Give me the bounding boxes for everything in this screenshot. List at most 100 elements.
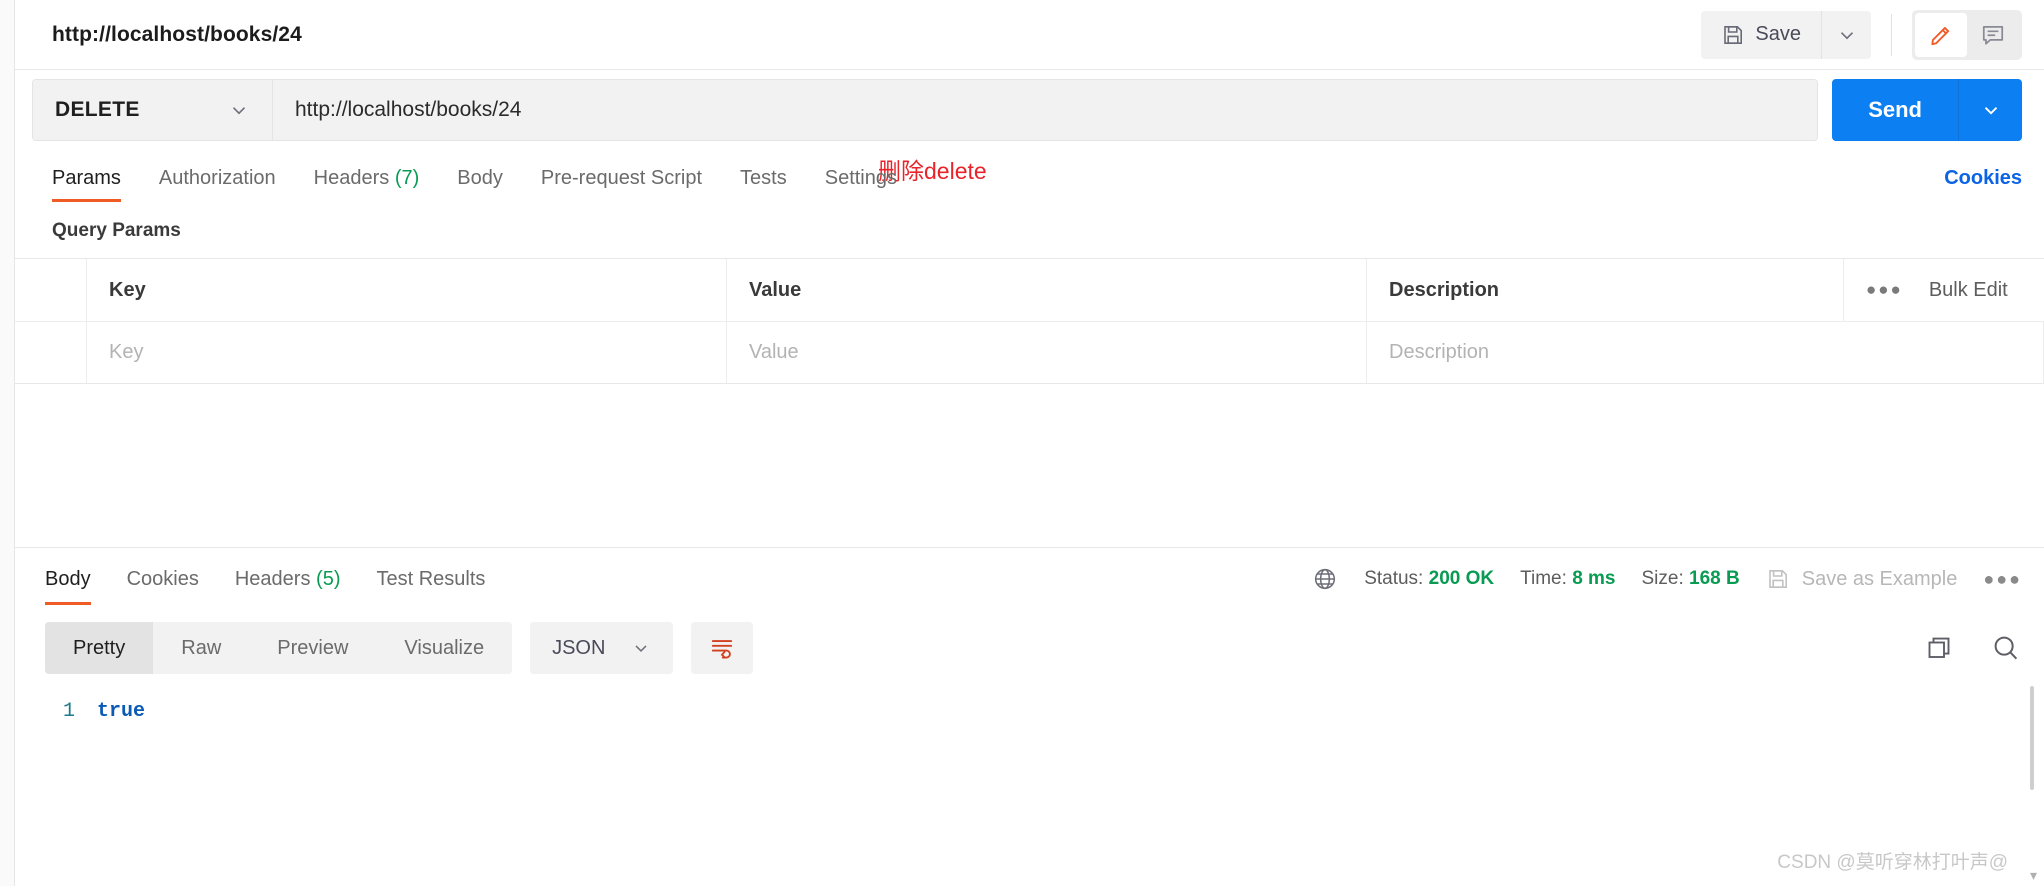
tab-label: Headers [234, 567, 311, 590]
view-preview-button[interactable]: Preview [249, 622, 376, 674]
table-row[interactable]: Key Value Description [15, 321, 2044, 383]
response-format-label: JSON [552, 636, 606, 659]
response-tab-body[interactable]: Body [45, 554, 91, 605]
tab-label: Pre-request Script [540, 167, 703, 189]
header-checkbox-cell [15, 259, 87, 321]
params-empty-space [15, 384, 2044, 548]
status-value: 200 OK [1428, 568, 1495, 589]
search-icon[interactable] [1990, 632, 2022, 664]
floppy-disk-icon [1721, 23, 1745, 47]
row-key-input[interactable]: Key [87, 322, 727, 383]
row-checkbox-cell[interactable] [15, 322, 87, 383]
send-button-group: Send [1832, 79, 2022, 141]
left-rail [0, 0, 15, 886]
response-tab-headers[interactable]: Headers (5) [235, 554, 341, 605]
edit-request-button[interactable] [1915, 12, 1967, 57]
floppy-disk-icon [1766, 567, 1790, 591]
save-options-button[interactable] [1821, 10, 1871, 59]
cookies-link[interactable]: Cookies [1944, 167, 2022, 202]
word-wrap-button[interactable] [691, 622, 754, 674]
tab-label: Test Results [376, 567, 486, 590]
tab-body[interactable]: Body [457, 167, 503, 202]
query-params-title: Query Params [52, 220, 181, 241]
top-bar: http://localhost/books/24 Save [0, 0, 2044, 70]
tab-label: Body [457, 167, 503, 189]
view-pretty-button[interactable]: Pretty [45, 622, 154, 674]
chevron-down-icon[interactable]: ▾ [2030, 867, 2037, 884]
request-url-row: 删除delete DELETE http://localhost/books/2… [0, 70, 2044, 184]
method-url-group: DELETE http://localhost/books/24 [32, 79, 1819, 141]
chevron-down-icon [1980, 99, 2002, 121]
response-tab-test-results[interactable]: Test Results [376, 554, 485, 605]
save-as-example-button[interactable]: Save as Example [1766, 567, 1958, 591]
save-button-group: Save [1701, 10, 1871, 59]
view-visualize-button[interactable]: Visualize [376, 622, 512, 674]
divider [1891, 13, 1892, 56]
url-input[interactable]: http://localhost/books/24 [273, 80, 1818, 140]
save-button-label: Save [1755, 23, 1801, 45]
save-button[interactable]: Save [1701, 10, 1821, 59]
response-format-select[interactable]: JSON [530, 622, 674, 674]
tab-label: Params [52, 167, 121, 189]
ellipsis-icon[interactable]: ●●● [1866, 280, 1903, 300]
request-tabs: Params Authorization Headers (7) Body Pr… [0, 150, 2044, 202]
http-method-select[interactable]: DELETE [33, 80, 273, 140]
column-header-key: Key [87, 259, 727, 321]
tab-authorization[interactable]: Authorization [159, 167, 276, 202]
tab-tests[interactable]: Tests [740, 167, 787, 202]
table-actions: ●●● Bulk Edit [1844, 259, 2044, 321]
chevron-down-icon [1836, 24, 1858, 46]
tab-count: (7) [394, 167, 420, 189]
chevron-down-icon [631, 638, 651, 658]
send-options-button[interactable] [1958, 79, 2022, 141]
comments-button[interactable] [1967, 13, 2019, 57]
copy-icon[interactable] [1924, 633, 1954, 663]
scrollbar-thumb[interactable] [2030, 686, 2034, 790]
tab-count: (5) [316, 567, 341, 590]
response-body-toolbar: Pretty Raw Preview Visualize JSON [15, 610, 2044, 686]
response-body-code: 1 true ▾ [15, 686, 2044, 886]
tab-label: Authorization [158, 167, 276, 189]
time-badge: Time: 8 ms [1520, 568, 1615, 590]
tab-label: Body [45, 567, 91, 590]
response-tab-cookies[interactable]: Cookies [127, 554, 199, 605]
word-wrap-icon [709, 635, 735, 661]
status-badge: Status: 200 OK [1364, 568, 1494, 590]
url-input-value: http://localhost/books/24 [295, 98, 522, 121]
time-label: Time: [1520, 568, 1567, 589]
response-view-segmented: Pretty Raw Preview Visualize [45, 622, 513, 674]
tab-label: Settings [824, 167, 897, 189]
view-raw-button[interactable]: Raw [153, 622, 249, 674]
pencil-icon [1928, 22, 1954, 48]
tab-label: Tests [740, 167, 787, 189]
column-header-value: Value [727, 259, 1367, 321]
size-label: Size: [1641, 568, 1684, 589]
top-bar-actions: Save [1701, 0, 2044, 69]
chevron-down-icon [228, 99, 250, 121]
ellipsis-icon[interactable]: ●●● [1983, 569, 2022, 590]
response-toolbar-right [1924, 632, 2022, 664]
page-title: http://localhost/books/24 [52, 22, 302, 46]
send-button[interactable]: Send [1832, 79, 1958, 141]
tab-params[interactable]: Params [52, 167, 121, 202]
tab-headers[interactable]: Headers (7) [314, 167, 420, 202]
row-description-input[interactable]: Description [1367, 322, 2044, 383]
tab-pre-request-script[interactable]: Pre-request Script [541, 167, 702, 202]
line-number: 1 [62, 700, 75, 723]
http-method-label: DELETE [55, 98, 140, 121]
postman-request-view: http://localhost/books/24 Save 删除delete … [0, 0, 2044, 886]
size-badge: Size: 168 B [1642, 568, 1740, 590]
tab-settings[interactable]: Settings [825, 167, 897, 202]
comment-icon [1980, 22, 2006, 48]
status-label: Status: [1364, 568, 1424, 589]
response-scrollbar[interactable]: ▾ [2030, 686, 2037, 883]
bulk-edit-button[interactable]: Bulk Edit [1929, 279, 2008, 302]
tab-label: Cookies [126, 567, 199, 590]
column-header-description: Description [1367, 259, 1844, 321]
globe-icon [1312, 566, 1338, 592]
response-meta: Status: 200 OK Time: 8 ms Size: 168 B Sa… [1312, 566, 2022, 592]
save-as-example-label: Save as Example [1801, 567, 1958, 590]
query-params-table: Key Value Description ●●● Bulk Edit Key … [15, 258, 2044, 384]
row-value-input[interactable]: Value [727, 322, 1367, 383]
code-line: true [97, 700, 146, 723]
